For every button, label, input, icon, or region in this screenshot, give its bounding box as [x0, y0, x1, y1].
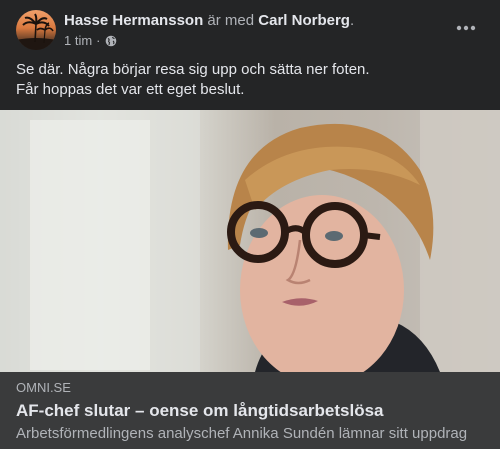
- globe-icon[interactable]: [105, 35, 117, 47]
- post-text-line: Får hoppas det var ett eget beslut.: [16, 81, 245, 98]
- link-preview-card[interactable]: OMNI.SE AF-chef slutar – oense om långti…: [0, 110, 500, 449]
- post-meta: 1 tim ·: [64, 33, 117, 49]
- tagged-name[interactable]: Carl Norberg: [258, 12, 350, 29]
- post-text-line: Se där. Några börjar resa sig upp och sä…: [16, 61, 370, 78]
- link-domain: OMNI.SE: [16, 380, 71, 395]
- post-time[interactable]: 1 tim: [64, 33, 92, 49]
- author-name[interactable]: Hasse Hermansson: [64, 12, 203, 29]
- more-horizontal-icon: [456, 25, 476, 31]
- post-header: Hasse Hermansson är med Carl Norberg. 1 …: [0, 0, 500, 60]
- post-text: Se där. Några börjar resa sig upp och sä…: [16, 60, 484, 100]
- link-preview-info[interactable]: OMNI.SE AF-chef slutar – oense om långti…: [0, 372, 500, 449]
- more-options-button[interactable]: [452, 14, 480, 42]
- meta-separator: ·: [96, 33, 101, 48]
- link-preview-image[interactable]: [0, 110, 500, 372]
- link-description: Arbetsförmedlingens analyschef Annika Su…: [16, 425, 468, 442]
- tagged-suffix: .: [349, 12, 355, 29]
- avatar-palm-image: [16, 13, 56, 50]
- feed-post: Hasse Hermansson är med Carl Norberg. 1 …: [0, 0, 500, 449]
- avatar[interactable]: [16, 10, 56, 50]
- link-title[interactable]: AF-chef slutar – oense om långtidsarbets…: [16, 400, 486, 422]
- with-text: är med: [207, 12, 255, 29]
- author-line: Hasse Hermansson är med Carl Norberg.: [64, 11, 354, 30]
- portrait-photo: [0, 110, 500, 372]
